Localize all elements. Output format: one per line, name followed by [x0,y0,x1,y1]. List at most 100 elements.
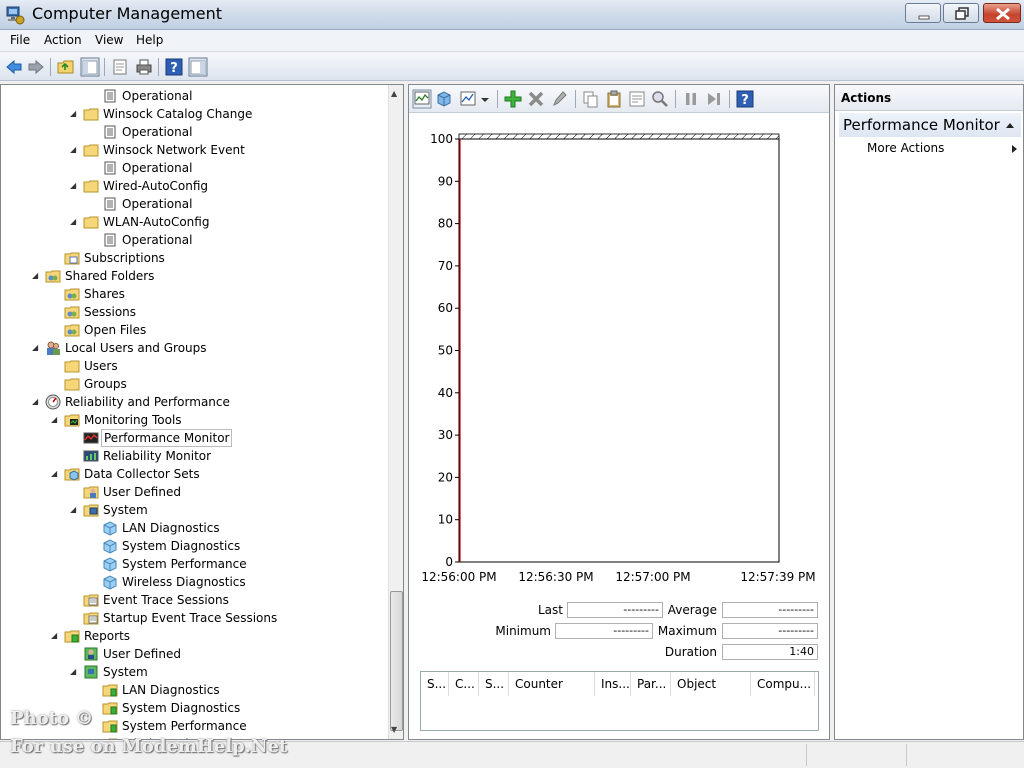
update-data-icon[interactable] [704,89,724,109]
tree-node[interactable]: ◢ Wired-AutoConfig [1,177,385,195]
scroll-down-arrow-icon[interactable]: ▼ [391,725,397,734]
tree-node[interactable]: Wireless Diagnostics [1,573,385,591]
tree-node[interactable]: ◢ Shared Folders [1,267,385,285]
tree-node[interactable]: Operational [1,123,385,141]
tree-node[interactable]: System Diagnostics [1,537,385,555]
tree-scrollbar[interactable]: ▲ ▼ [388,85,403,739]
up-folder-icon[interactable] [56,57,76,77]
show-hide-tree-icon[interactable] [80,57,100,77]
tree-node[interactable]: User Defined [1,483,385,501]
expand-collapse-icon[interactable]: ◢ [70,213,80,231]
expand-collapse-icon[interactable]: ◢ [32,393,42,411]
tree-node[interactable]: ◢ Winsock Network Event [1,141,385,159]
delete-counter-icon[interactable] [526,89,546,109]
expand-collapse-icon[interactable]: ◢ [70,663,80,681]
tree-node[interactable]: LAN Diagnostics [1,519,385,537]
zoom-icon[interactable] [650,89,670,109]
menu-help[interactable]: Help [136,33,163,47]
column-header-instance[interactable]: Ins... [595,672,631,696]
help-icon[interactable]: ? [735,89,755,109]
tree-node[interactable]: LAN Diagnostics [1,681,385,699]
tree-node[interactable]: ◢ Data Collector Sets [1,465,385,483]
column-header-show[interactable]: S... [421,672,449,696]
collapse-up-icon[interactable] [1005,121,1015,129]
change-graph-type-icon[interactable] [459,89,479,109]
back-icon[interactable] [4,57,24,77]
toolbar-separator [50,58,51,76]
column-header-color[interactable]: C... [449,672,479,696]
highlight-icon[interactable] [549,89,569,109]
forward-icon[interactable] [26,57,46,77]
print-icon[interactable] [134,57,154,77]
minimize-button[interactable] [905,3,941,23]
tree-node-label: User Defined [103,647,181,661]
tree-node[interactable]: Operational [1,87,385,105]
tree-node[interactable]: Performance Monitor [1,429,385,447]
tree-node[interactable]: Startup Event Trace Sessions [1,609,385,627]
paste-counter-list-icon[interactable] [604,89,624,109]
performance-graph[interactable]: 0 10 20 30 40 50 60 70 80 90 100 12:56:00 PM 12:56:3… [409,115,829,595]
tree-node[interactable]: Users [1,357,385,375]
counter-legend-table[interactable]: S... C... S... Counter Ins... Par... Obj… [420,671,819,731]
expand-collapse-icon[interactable]: ◢ [51,465,61,483]
action-pane-icon[interactable] [188,57,208,77]
column-header-object[interactable]: Object [671,672,751,696]
tree-node[interactable]: Reliability Monitor [1,447,385,465]
expand-collapse-icon[interactable]: ◢ [51,411,61,429]
help-icon[interactable]: ? [164,57,184,77]
column-header-parent[interactable]: Par... [631,672,671,696]
column-header-computer[interactable]: Compu... [751,672,815,696]
y-tick-label: 90 [438,174,453,188]
view-current-activity-icon[interactable] [412,89,432,109]
tree-node[interactable]: Shares [1,285,385,303]
tree-node[interactable]: ◢ Winsock Catalog Change [1,105,385,123]
menu-file[interactable]: File [10,33,30,47]
freeze-display-icon[interactable] [681,89,701,109]
console-tree[interactable]: Operational ◢ Winsock Catalog Change Operat… [0,84,404,740]
restore-button[interactable] [943,3,979,23]
tree-node[interactable]: System Performance [1,555,385,573]
tree-node-label: Reliability and Performance [65,395,230,409]
view-log-data-icon[interactable] [434,89,454,109]
tree-node[interactable]: Open Files [1,321,385,339]
column-header-scale[interactable]: S... [479,672,509,696]
copy-properties-icon[interactable] [581,89,601,109]
tree-node[interactable]: ◢ Local Users and Groups [1,339,385,357]
add-counter-icon[interactable] [503,89,523,109]
expand-collapse-icon[interactable]: ◢ [32,267,42,285]
column-header-counter[interactable]: Counter [509,672,595,696]
tree-node[interactable]: ◢ System [1,663,385,681]
properties-icon[interactable] [110,57,130,77]
expand-collapse-icon[interactable]: ◢ [70,141,80,159]
expand-collapse-icon[interactable]: ◢ [32,339,42,357]
graph-type-dropdown-icon[interactable] [479,89,491,109]
tree-node[interactable]: ◢ Monitoring Tools [1,411,385,429]
tree-node[interactable]: ◢ WLAN-AutoConfig [1,213,385,231]
menu-action[interactable]: Action [44,33,82,47]
tree-node[interactable]: Sessions [1,303,385,321]
more-actions-link[interactable]: More Actions [867,141,944,155]
tree-node[interactable]: Operational [1,195,385,213]
close-button[interactable] [983,3,1021,23]
actions-pane: Actions Performance Monitor More Actions [834,84,1024,740]
tree-node[interactable]: Subscriptions [1,249,385,267]
tree-node[interactable]: ◢ System [1,501,385,519]
expand-collapse-icon[interactable]: ◢ [70,105,80,123]
expand-collapse-icon[interactable]: ◢ [70,501,80,519]
expand-collapse-icon[interactable]: ◢ [70,177,80,195]
actions-section-performance-monitor[interactable]: Performance Monitor [839,113,1021,137]
menu-view[interactable]: View [95,33,123,47]
expand-collapse-icon[interactable]: ◢ [51,627,61,645]
tree-node[interactable]: Event Trace Sessions [1,591,385,609]
tree-node[interactable]: Operational [1,231,385,249]
y-tick-label: 70 [438,259,453,273]
tree-node[interactable]: ◢ Reliability and Performance [1,393,385,411]
svg-text:?: ? [741,93,749,108]
properties-icon[interactable] [627,89,647,109]
scroll-up-arrow-icon[interactable]: ▲ [391,89,397,98]
tree-node[interactable]: Operational [1,159,385,177]
tree-node[interactable]: ◢ Reports [1,627,385,645]
scroll-thumb[interactable] [390,591,403,731]
tree-node[interactable]: Groups [1,375,385,393]
tree-node[interactable]: User Defined [1,645,385,663]
